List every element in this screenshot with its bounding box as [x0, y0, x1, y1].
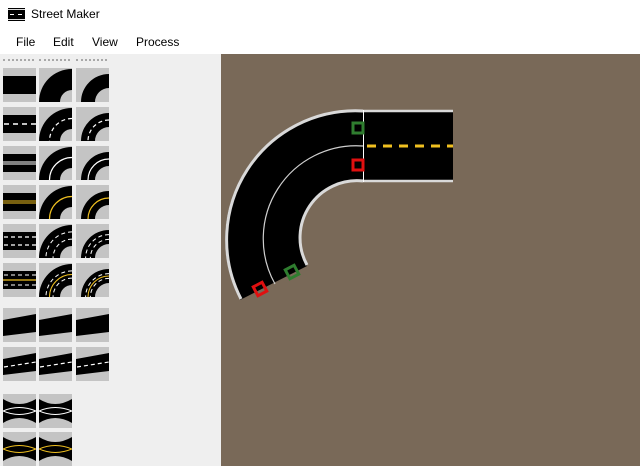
menu-file[interactable]: File [16, 35, 35, 49]
road-tile-straight-double-yellow[interactable] [3, 185, 36, 219]
road-tile-curve-taper[interactable] [39, 394, 72, 428]
road-tile-curve-dashed-white[interactable] [39, 107, 72, 141]
palette-column-header [76, 59, 107, 66]
road-tile-straight-dashed-white[interactable] [3, 107, 36, 141]
road-tile-straight-double-white[interactable] [3, 146, 36, 180]
road-tile-curve-small-multi-lane[interactable] [76, 224, 109, 258]
window-title: Street Maker [31, 7, 100, 21]
road-tile-curve-small-white-center[interactable] [76, 146, 109, 180]
road-tile-straight-multi-lane[interactable] [3, 224, 36, 258]
road-tile-straight-plain[interactable] [3, 68, 36, 102]
road-layout [225, 109, 453, 300]
menu-view[interactable]: View [92, 35, 118, 49]
road-tile-straight-lane-shift[interactable] [3, 308, 36, 342]
road-tile-curve-multi-lane[interactable] [39, 224, 72, 258]
road-tile-curve-small-shift-dashed[interactable] [76, 347, 109, 381]
palette-column-header [3, 59, 34, 66]
street-canvas[interactable] [221, 54, 640, 466]
tile-palette [0, 54, 221, 466]
road-tile-curve-yellow-center[interactable] [39, 185, 72, 219]
road-tile-straight-taper[interactable] [3, 394, 36, 428]
road-tile-curve-small-dashed-white[interactable] [76, 107, 109, 141]
road-tile-straight-lane-shift-dashed[interactable] [3, 347, 36, 381]
road-tile-curve-small-plain[interactable] [76, 68, 109, 102]
road-tile-curve-lane-shift[interactable] [39, 308, 72, 342]
palette-column-header [39, 59, 70, 66]
straight-road-segment[interactable] [362, 109, 453, 183]
road-tile-curve-plain[interactable] [39, 68, 72, 102]
road-tile-curve-small-shift[interactable] [76, 308, 109, 342]
menu-process[interactable]: Process [136, 35, 179, 49]
road-icon [8, 8, 25, 21]
road-tile-curve-lane-shift-dashed[interactable] [39, 347, 72, 381]
road-tile-curve-small-multi-lane-yellow[interactable] [76, 263, 109, 297]
menu-edit[interactable]: Edit [53, 35, 74, 49]
curved-road-segment[interactable] [225, 109, 364, 300]
road-tile-straight-taper-yellow[interactable] [3, 432, 36, 466]
road-tile-curve-taper-yellow[interactable] [39, 432, 72, 466]
road-tile-straight-multi-lane-yellow[interactable] [3, 263, 36, 297]
road-tile-curve-small-yellow-center[interactable] [76, 185, 109, 219]
road-tile-curve-multi-lane-yellow[interactable] [39, 263, 72, 297]
road-tile-curve-white-center[interactable] [39, 146, 72, 180]
title-bar: Street Maker [0, 0, 640, 30]
menu-bar: File Edit View Process [0, 30, 640, 54]
